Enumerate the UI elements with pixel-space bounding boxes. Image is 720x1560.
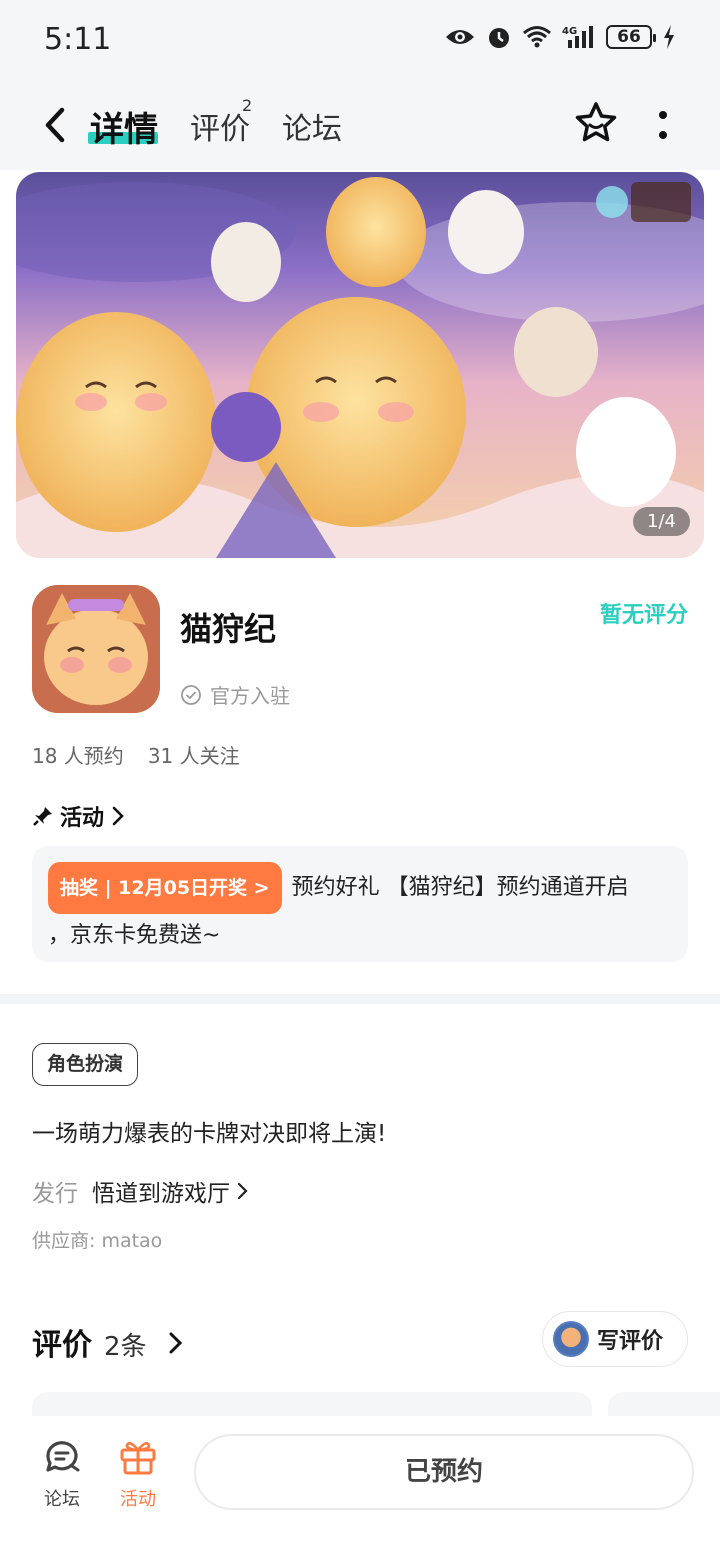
section-divider bbox=[0, 994, 720, 1004]
verified-check-icon bbox=[181, 684, 201, 705]
activity-text-line2: ，京东卡免费送~ bbox=[48, 923, 221, 948]
favorite-star-icon[interactable] bbox=[573, 100, 619, 146]
status-time: 5:11 bbox=[44, 22, 112, 57]
reviews-count: 2条 bbox=[104, 1332, 147, 1362]
forum-label: 论坛 bbox=[44, 1489, 80, 1510]
game-banner-carousel[interactable]: 1/4 bbox=[16, 172, 704, 558]
reviews-section-header[interactable]: 评价 2条 bbox=[32, 1320, 185, 1364]
official-badge: 官方入驻 bbox=[180, 680, 290, 709]
activity-section-header[interactable]: 活动 bbox=[32, 800, 126, 832]
back-arrow-icon[interactable] bbox=[36, 102, 76, 148]
avatar bbox=[553, 1321, 589, 1357]
reservation-count: 18 人预约 bbox=[32, 744, 124, 768]
publisher-label: 发行 bbox=[32, 1181, 78, 1207]
top-navigation: 详情 评价 2 论坛 bbox=[0, 80, 720, 170]
activity-section-title: 活动 bbox=[60, 806, 105, 831]
more-options-icon[interactable] bbox=[652, 110, 674, 140]
chevron-right-icon bbox=[169, 1332, 182, 1354]
follower-count: 31 人关注 bbox=[147, 744, 240, 768]
write-review-button[interactable]: 写评价 bbox=[542, 1311, 688, 1367]
activity-label: 活动 bbox=[120, 1489, 156, 1510]
eye-icon bbox=[446, 30, 474, 44]
reserved-button[interactable]: 已预约 bbox=[194, 1434, 694, 1510]
app-icon-artwork bbox=[32, 585, 160, 713]
battery-indicator: 66 bbox=[606, 25, 656, 49]
forum-chat-icon bbox=[46, 1441, 80, 1472]
status-icons: 4G 66 bbox=[444, 24, 676, 50]
supplier-info: 供应商: matao bbox=[32, 1230, 163, 1252]
chevron-right-icon bbox=[112, 806, 124, 826]
lottery-badge: 抽奖 | 12月05日开奖 > bbox=[48, 862, 282, 914]
signal-4g-icon: 4G bbox=[562, 26, 593, 48]
official-label: 官方入驻 bbox=[210, 684, 290, 708]
bottom-action-bar: 论坛 活动 已预约 bbox=[0, 1416, 720, 1560]
charging-icon bbox=[664, 25, 674, 49]
publisher-name: 悟道到游戏厅 bbox=[92, 1181, 230, 1207]
gift-icon bbox=[120, 1442, 156, 1475]
publisher-row[interactable]: 发行 悟道到游戏厅 bbox=[32, 1174, 250, 1208]
game-description: 一场萌力爆表的卡牌对决即将上演! bbox=[32, 1121, 387, 1147]
reviews-title: 评价 bbox=[32, 1328, 92, 1363]
status-bar: 5:11 4G 66 bbox=[0, 0, 720, 80]
rating-status: 暂无评分 bbox=[599, 603, 688, 628]
tab-forum[interactable]: 论坛 bbox=[282, 104, 342, 148]
app-name: 猫狩纪 bbox=[180, 610, 277, 648]
activity-text: 抽奖 | 12月05日开奖 > 预约好礼 【猫狩纪】预约通道开启 ，京东卡免费送~ bbox=[48, 862, 672, 958]
activity-button[interactable]: 活动 bbox=[108, 1436, 168, 1511]
activity-card[interactable]: 抽奖 | 12月05日开奖 > 预约好礼 【猫狩纪】预约通道开启 ，京东卡免费送~ bbox=[32, 846, 688, 962]
activity-text-line1: 预约好礼 【猫狩纪】预约通道开启 bbox=[291, 875, 629, 900]
pin-icon bbox=[33, 807, 52, 826]
app-stats: 18 人预约 31 人关注 bbox=[32, 740, 264, 769]
chevron-right-icon bbox=[237, 1182, 248, 1200]
app-icon[interactable] bbox=[32, 585, 160, 713]
tab-reviews[interactable]: 评价 bbox=[190, 104, 250, 148]
svg-text:4G: 4G bbox=[562, 26, 577, 37]
tab-details[interactable]: 详情 bbox=[90, 102, 158, 151]
wifi-icon bbox=[523, 26, 551, 48]
write-review-label: 写评价 bbox=[597, 1329, 664, 1354]
genre-tag[interactable]: 角色扮演 bbox=[32, 1043, 139, 1086]
forum-button[interactable]: 论坛 bbox=[32, 1436, 92, 1511]
banner-artwork bbox=[16, 177, 704, 558]
banner-page-counter: 1/4 bbox=[633, 507, 690, 536]
alarm-icon bbox=[489, 28, 509, 48]
